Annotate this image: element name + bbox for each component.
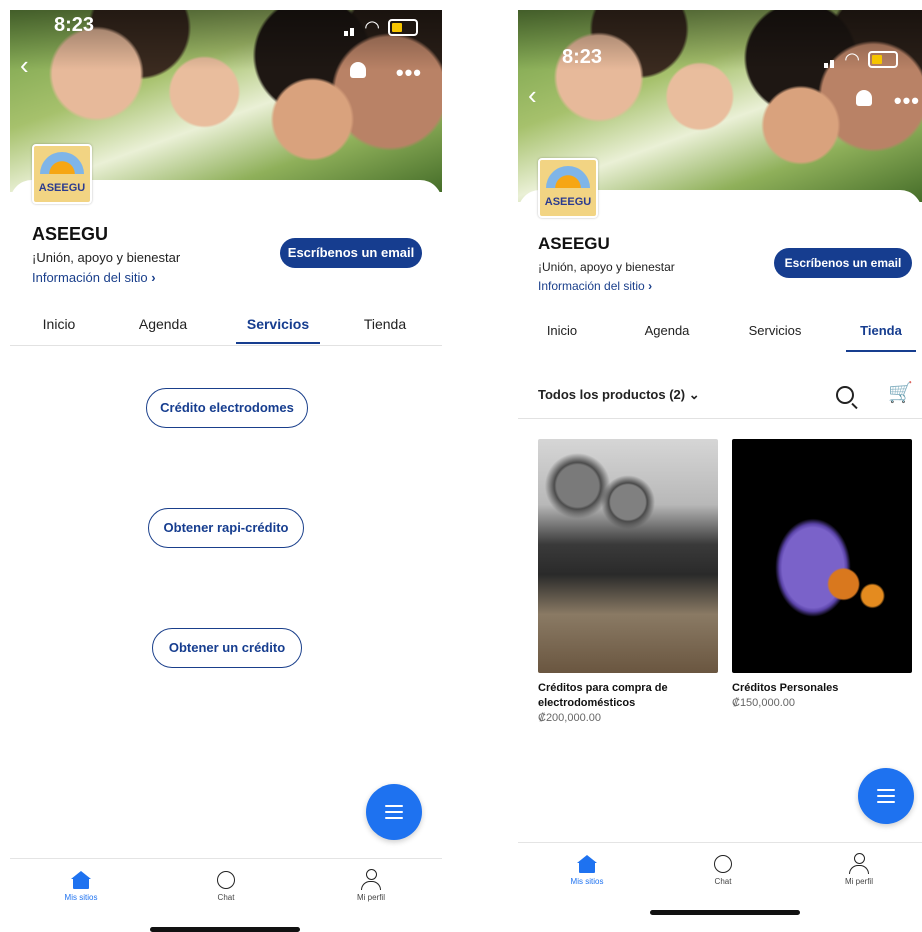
- nav-mis-sitios[interactable]: Mis sitios: [542, 849, 632, 886]
- product-image[interactable]: [538, 439, 718, 673]
- status-bar: 8:23 ◠: [518, 46, 922, 76]
- user-icon: [849, 853, 869, 874]
- home-icon: [577, 855, 597, 873]
- nav-mi-perfil-label: Mi perfil: [844, 877, 873, 886]
- nav-mis-sitios-label: Mis sitios: [64, 893, 98, 902]
- product-price: ₡150,000.00: [732, 697, 795, 709]
- site-name: ASEEGU: [32, 224, 109, 244]
- signal-icon: [824, 50, 836, 68]
- tab-servicios[interactable]: Servicios: [740, 323, 810, 338]
- chevron-right-icon: ›: [151, 270, 156, 285]
- chevron-right-icon: ›: [648, 279, 653, 293]
- nav-mis-sitios[interactable]: Mis sitios: [36, 865, 126, 902]
- bottom-nav: Mis sitios Chat Mi perfil: [518, 842, 922, 903]
- product-filter-label[interactable]: Todos los productos (2): [538, 387, 685, 402]
- battery-icon: [388, 18, 418, 36]
- nav-chat-label: Chat: [714, 877, 732, 886]
- more-icon[interactable]: •••: [894, 88, 920, 114]
- nav-mi-perfil[interactable]: Mi perfil: [326, 865, 416, 902]
- bell-icon[interactable]: [856, 90, 872, 106]
- nav-mi-perfil[interactable]: Mi perfil: [814, 849, 904, 886]
- nav-mis-sitios-label: Mis sitios: [570, 877, 604, 886]
- site-info-link[interactable]: Información del sitio ›: [32, 270, 156, 285]
- bottom-nav: Mis sitios Chat Mi perfil: [10, 858, 442, 919]
- nav-mi-perfil-label: Mi perfil: [356, 893, 385, 902]
- service-button-credito-electrodomes[interactable]: Crédito electrodomes: [146, 388, 308, 428]
- phone-screen-tienda: 8:23 ◠ ‹ ••• ASEEGU ASEEGU ¡Unión, apoyo…: [518, 0, 922, 932]
- signal-icon: [344, 18, 356, 36]
- status-time: 8:23: [562, 46, 603, 68]
- site-info-link[interactable]: Información del sitio ›: [538, 279, 652, 293]
- product-title[interactable]: Créditos Personales: [732, 681, 912, 696]
- chat-icon: [217, 871, 235, 889]
- product-title[interactable]: Créditos para compra de electrodoméstico…: [538, 681, 718, 711]
- tab-servicios[interactable]: Servicios: [238, 316, 318, 332]
- product-price: ₡200,000.00: [538, 712, 601, 724]
- menu-fab[interactable]: [366, 784, 422, 840]
- tab-inicio[interactable]: Inicio: [532, 323, 592, 338]
- filter-divider: [518, 418, 922, 419]
- product-filter-dropdown[interactable]: Todos los productos (2) ⌄: [538, 387, 700, 403]
- user-icon: [361, 869, 381, 890]
- service-button-obtener-credito[interactable]: Obtener un crédito: [152, 628, 302, 668]
- home-indicator: [150, 927, 300, 932]
- email-button[interactable]: Escríbenos un email: [774, 248, 912, 278]
- nav-chat[interactable]: Chat: [181, 865, 271, 902]
- site-info-link-label[interactable]: Información del sitio: [538, 279, 645, 293]
- chevron-down-icon: ⌄: [688, 387, 700, 402]
- wifi-icon: ◠: [364, 17, 380, 37]
- battery-icon: [868, 50, 898, 68]
- tab-agenda[interactable]: Agenda: [632, 323, 702, 338]
- chat-icon: [714, 855, 732, 873]
- nav-chat[interactable]: Chat: [678, 849, 768, 886]
- search-icon[interactable]: [836, 386, 854, 404]
- phone-screen-servicios: 8:23 ◠ ‹ ••• ASEEGU ASEEGU ¡Unión, apoyo…: [10, 0, 442, 932]
- active-tab-indicator: [236, 342, 320, 344]
- wifi-icon: ◠: [844, 49, 860, 69]
- bell-icon[interactable]: [350, 62, 366, 78]
- tabs-divider: [10, 345, 442, 346]
- status-time: 8:23: [54, 14, 95, 36]
- cart-icon[interactable]: 🛒: [888, 380, 913, 405]
- email-button[interactable]: Escríbenos un email: [280, 238, 422, 268]
- status-bar: 8:23 ◠: [10, 14, 442, 44]
- active-tab-indicator: [846, 350, 916, 352]
- tab-tienda[interactable]: Tienda: [350, 316, 420, 332]
- menu-fab[interactable]: [858, 768, 914, 824]
- service-button-rapi-credito[interactable]: Obtener rapi-crédito: [148, 508, 304, 548]
- tab-agenda[interactable]: Agenda: [128, 316, 198, 332]
- back-icon[interactable]: ‹: [20, 52, 29, 78]
- product-image[interactable]: [732, 439, 912, 673]
- site-logo: ASEEGU: [32, 144, 92, 204]
- site-tagline: ¡Unión, apoyo y bienestar: [32, 250, 181, 265]
- product-card[interactable]: Créditos Personales ₡150,000.00: [732, 439, 912, 711]
- site-name: ASEEGU: [538, 234, 610, 253]
- product-card[interactable]: Créditos para compra de electrodoméstico…: [538, 439, 718, 726]
- home-indicator: [650, 910, 800, 915]
- site-tagline: ¡Unión, apoyo y bienestar: [538, 260, 675, 274]
- tab-inicio[interactable]: Inicio: [24, 316, 94, 332]
- more-icon[interactable]: •••: [396, 60, 422, 86]
- site-info-link-label[interactable]: Información del sitio: [32, 270, 148, 285]
- home-icon: [71, 871, 91, 889]
- site-logo: ASEEGU: [538, 158, 598, 218]
- back-icon[interactable]: ‹: [528, 82, 537, 108]
- nav-chat-label: Chat: [217, 893, 235, 902]
- tab-tienda[interactable]: Tienda: [848, 323, 914, 338]
